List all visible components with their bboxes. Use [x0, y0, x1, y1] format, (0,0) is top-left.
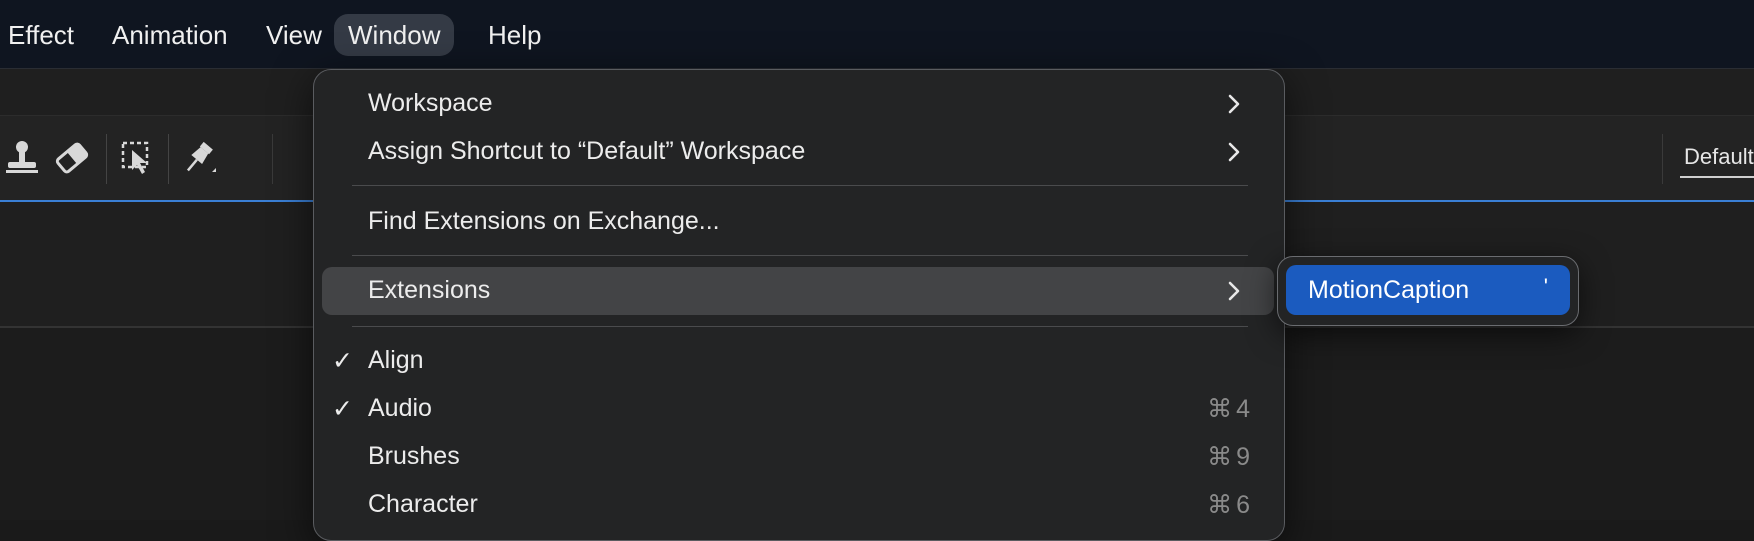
menu-item-brushes[interactable]: Brushes ⌘9 [322, 433, 1274, 481]
menu-item-find-extensions[interactable]: Find Extensions on Exchange... [322, 198, 1274, 246]
toolbar-divider [1662, 134, 1663, 184]
menu-separator [352, 326, 1248, 327]
menu-item-workspace[interactable]: Workspace [322, 80, 1274, 128]
menu-item-shortcut: ⌘4 [1207, 395, 1254, 423]
menu-view[interactable]: View [252, 14, 336, 56]
menu-separator [352, 255, 1248, 256]
checkmark-icon: ✓ [332, 347, 353, 375]
menu-item-label: Workspace [368, 89, 493, 117]
submenu-item-motioncaption[interactable]: MotionCaption ' [1286, 265, 1570, 315]
roto-brush-icon[interactable] [118, 138, 158, 178]
checkmark-icon: ✓ [332, 395, 353, 423]
chevron-right-icon [1228, 94, 1240, 114]
menu-item-label: Find Extensions on Exchange... [368, 207, 720, 235]
toolbar-divider [272, 134, 273, 184]
menu-item-align[interactable]: ✓ Align [322, 337, 1274, 385]
menu-item-character[interactable]: Character ⌘6 [322, 481, 1274, 529]
puppet-pin-icon[interactable] [178, 138, 218, 178]
menu-effect[interactable]: Effect [0, 14, 88, 56]
chevron-right-icon [1228, 281, 1240, 301]
menu-item-shortcut: ⌘9 [1207, 443, 1254, 471]
eraser-icon[interactable] [52, 138, 92, 178]
chevron-right-icon [1228, 142, 1240, 162]
menu-item-label: Assign Shortcut to “Default” Workspace [368, 137, 806, 165]
menu-item-audio[interactable]: ✓ Audio ⌘4 [322, 385, 1274, 433]
toolbar-divider [106, 134, 107, 184]
menu-item-label: Align [368, 346, 424, 374]
submenu-item-label: MotionCaption [1308, 276, 1470, 304]
menu-animation[interactable]: Animation [98, 14, 242, 56]
menu-help[interactable]: Help [474, 14, 555, 56]
menu-item-assign-shortcut[interactable]: Assign Shortcut to “Default” Workspace [322, 128, 1274, 176]
workspace-default-tab[interactable]: Default [1680, 144, 1754, 178]
menu-item-shortcut: ⌘6 [1207, 491, 1254, 519]
menu-item-label: Extensions [368, 276, 491, 304]
menu-bar: Effect Animation View Window Help [0, 0, 1754, 69]
menu-item-extensions[interactable]: Extensions [322, 267, 1274, 315]
menu-item-label: Character [368, 490, 478, 518]
extensions-submenu: MotionCaption ' [1277, 256, 1579, 326]
stamp-icon[interactable] [2, 138, 42, 178]
menu-separator [352, 185, 1248, 186]
menu-item-label: Brushes [368, 442, 460, 470]
toolbar-divider [168, 134, 169, 184]
menu-item-label: Audio [368, 394, 432, 422]
submenu-item-shortcut: ' [1543, 274, 1548, 299]
window-menu: Workspace Assign Shortcut to “Default” W… [313, 69, 1285, 541]
menu-window[interactable]: Window [334, 14, 455, 56]
